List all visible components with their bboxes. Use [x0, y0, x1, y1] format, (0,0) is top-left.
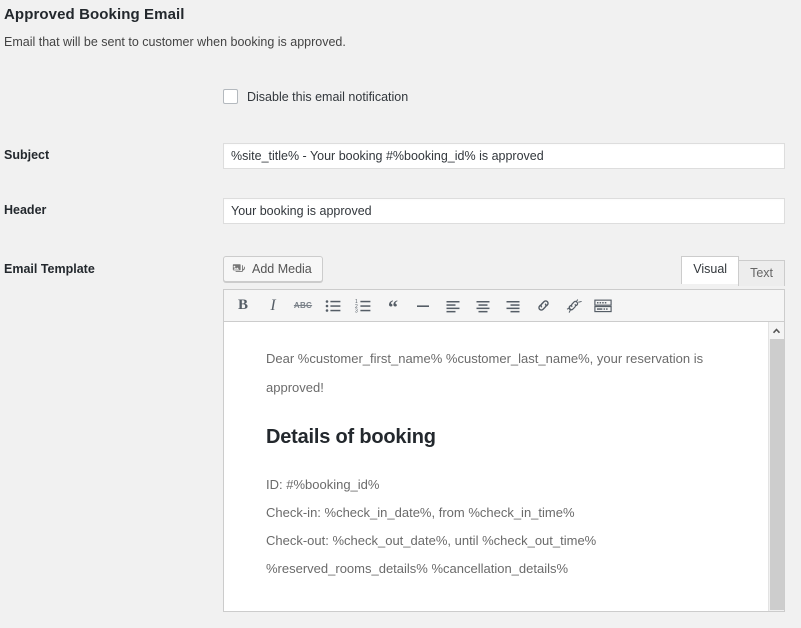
subject-label: Subject — [4, 148, 50, 162]
strikethrough-icon[interactable]: ABC — [288, 292, 318, 320]
editor-scrollbar[interactable] — [768, 322, 784, 611]
email-template-field-wrap: Add Media Visual Text B I ABC 1 2 3 “ De… — [223, 256, 785, 612]
scroll-up-arrow-icon[interactable] — [769, 322, 784, 339]
add-media-label: Add Media — [252, 262, 312, 276]
blockquote-icon[interactable]: “ — [378, 292, 408, 320]
subject-field-wrap — [223, 143, 785, 169]
page-description: Email that will be sent to customer when… — [4, 35, 346, 49]
tab-visual[interactable]: Visual — [681, 256, 740, 284]
italic-glyph: I — [270, 296, 276, 314]
scrollbar-thumb[interactable] — [770, 339, 784, 610]
editor-content-area[interactable]: Dear %customer_first_name% %customer_las… — [223, 322, 785, 612]
remove-link-icon[interactable] — [558, 292, 588, 320]
wp-editor: Add Media Visual Text B I ABC 1 2 3 “ De… — [223, 256, 785, 612]
subject-input[interactable] — [223, 143, 785, 169]
align-center-icon[interactable] — [468, 292, 498, 320]
editor-line-rooms: %reserved_rooms_details% %cancellation_d… — [266, 561, 569, 576]
add-media-icon — [232, 262, 246, 276]
header-label: Header — [4, 203, 47, 217]
editor-document[interactable]: Dear %customer_first_name% %customer_las… — [224, 322, 784, 583]
disable-notification-checkbox[interactable] — [223, 89, 238, 104]
editor-heading: Details of booking — [266, 426, 436, 448]
align-right-icon[interactable] — [498, 292, 528, 320]
editor-intro-paragraph: Dear %customer_first_name% %customer_las… — [266, 351, 707, 395]
blockquote-glyph: “ — [388, 296, 398, 319]
header-input[interactable] — [223, 198, 785, 224]
strikethrough-glyph: ABC — [293, 301, 313, 310]
disable-notification-field: Disable this email notification — [223, 89, 408, 104]
page-title: Approved Booking Email — [4, 6, 185, 23]
header-field-wrap — [223, 198, 785, 224]
align-left-icon[interactable] — [438, 292, 468, 320]
editor-line-checkout: Check-out: %check_out_date%, until %chec… — [266, 533, 597, 548]
disable-notification-control[interactable]: Disable this email notification — [223, 89, 408, 104]
add-media-button[interactable]: Add Media — [223, 256, 323, 282]
insert-link-icon[interactable] — [528, 292, 558, 320]
disable-notification-label[interactable]: Disable this email notification — [247, 90, 408, 104]
editor-line-id: ID: #%booking_id% — [266, 477, 380, 492]
editor-media-bar: Add Media Visual Text — [223, 256, 785, 289]
horizontal-rule-icon[interactable] — [408, 292, 438, 320]
email-template-label: Email Template — [4, 262, 95, 276]
tab-text[interactable]: Text — [738, 260, 785, 286]
editor-toolbar: B I ABC 1 2 3 “ — [223, 289, 785, 322]
bulleted-list-icon[interactable] — [318, 292, 348, 320]
bold-icon[interactable]: B — [228, 292, 258, 320]
numbered-list-icon[interactable]: 1 2 3 — [348, 292, 378, 320]
italic-icon[interactable]: I — [258, 292, 288, 320]
editor-line-checkin: Check-in: %check_in_date%, from %check_i… — [266, 505, 575, 520]
editor-mode-tabs: Visual Text — [681, 256, 785, 286]
bold-glyph: B — [237, 297, 248, 313]
toolbar-toggle-icon[interactable] — [588, 292, 618, 320]
editor-detail-lines: ID: #%booking_id% Check-in: %check_in_da… — [266, 471, 742, 583]
svg-text:3: 3 — [355, 308, 358, 314]
